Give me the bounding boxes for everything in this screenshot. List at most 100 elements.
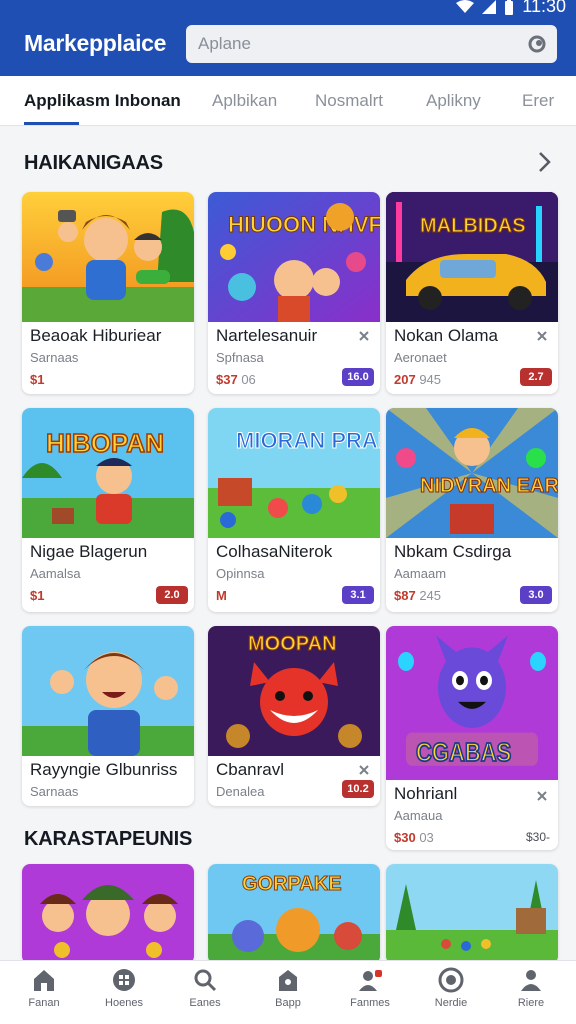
rating-badge: 2.7 [520, 368, 552, 386]
app-card[interactable]: NIDVRAN EARS 3.0 Nbkam Csdirga Aamaam $8… [386, 408, 558, 612]
pin-icon[interactable] [536, 330, 548, 342]
card-title: Beaoak Hiburiear [30, 326, 162, 345]
game-thumbnail: GORPAKE [208, 864, 380, 964]
game-thumbnail: NIDVRAN EARS [386, 408, 558, 538]
app-title: Markepplaice [24, 30, 167, 56]
thumbnail-text: MOOPAN [248, 633, 337, 655]
home-icon [34, 970, 54, 991]
game-thumbnail [22, 192, 194, 322]
active-tab-indicator [24, 122, 79, 125]
app-card[interactable]: HIUOON NHVFBR 16.0 Nartelesanuir Spfnasa… [208, 192, 380, 394]
card-subtitle: Aeronaet [394, 350, 447, 365]
rating-badge: 16.0 [342, 368, 374, 386]
card-title: Cbanravl [216, 760, 285, 779]
tab-aplikny[interactable]: Aplikny [426, 91, 481, 111]
app-card[interactable]: GORPAKE [208, 864, 380, 964]
game-thumbnail [22, 626, 194, 756]
app-card[interactable] [22, 864, 194, 964]
signal-icon [482, 0, 497, 14]
rating-badge: 10.2 [342, 780, 374, 798]
check-circle-icon [438, 967, 464, 993]
nav-item-search[interactable]: Eanes [170, 967, 240, 1009]
rating-badge: 3.1 [342, 586, 374, 604]
card-title: Nohrianl [394, 784, 458, 803]
card-price: 207 945 [394, 372, 442, 387]
thumbnail-text: GORPAKE [242, 873, 342, 895]
bottom-navigation: Fanan Hoenes Eanes Bapp Fanmes Nerdie Ri… [0, 960, 576, 1024]
battery-icon [505, 0, 514, 15]
status-time: 11:30 [522, 0, 566, 16]
game-thumbnail: HIUOON NHVFBR [208, 192, 380, 322]
search-placeholder: Aplane [198, 34, 251, 53]
tab-applikasm-inbonan[interactable]: Applikasm Inbonan [24, 91, 181, 111]
card-subtitle: Spfnasa [216, 350, 264, 365]
card-title: Nokan Olama [394, 326, 498, 345]
nav-item-people[interactable]: Fanmes [335, 967, 405, 1009]
app-card[interactable]: Rayyngie Glbunriss Sarnaas [22, 626, 194, 806]
thumbnail-text: MALBIDAS [420, 215, 526, 237]
card-title: Nigae Blagerun [30, 542, 148, 561]
app-card[interactable]: CGABAS Nohrianl Aamaua $30 03 $30- [386, 626, 558, 850]
game-thumbnail: MOOPAN [208, 626, 380, 756]
app-card[interactable]: MALBIDAS 2.7 Nokan Olama Aeronaet 207 94… [386, 192, 558, 394]
thumbnail-text: CGABAS [416, 738, 511, 767]
card-side-count: $30- [525, 830, 550, 844]
tab-nosmalrt[interactable]: Nosmalrt [315, 91, 383, 111]
card-subtitle: Aamaua [394, 808, 443, 823]
game-thumbnail [22, 864, 194, 964]
search-input[interactable]: Aplane [186, 25, 557, 63]
profile-icon [521, 970, 541, 991]
thumbnail-text: HIBOPAN [46, 428, 164, 458]
section-title: KARASTAPEUNIS [24, 828, 193, 850]
nav-item-grid[interactable]: Hoenes [89, 967, 159, 1009]
search-icon[interactable] [527, 34, 547, 54]
card-subtitle: Sarnaas [30, 784, 79, 799]
app-card[interactable] [386, 864, 558, 964]
card-price: $30 03 [394, 830, 434, 845]
card-title: Nbkam Csdirga [394, 542, 512, 561]
nav-item-profile[interactable]: Riere [496, 967, 566, 1009]
section-title: HAIKANIGAAS [24, 152, 163, 174]
search-icon [194, 969, 217, 992]
category-tabs: Applikasm Inbonan Aplbikan Nosmalrt Apli… [0, 76, 576, 126]
pin-icon[interactable] [358, 330, 370, 342]
card-title: ColhasaNiterok [216, 542, 333, 561]
tab-aplbikan[interactable]: Aplbikan [212, 91, 277, 111]
pin-icon[interactable] [358, 764, 370, 776]
card-price: $1 [30, 588, 45, 603]
rating-badge: 3.0 [520, 586, 552, 604]
status-bar: 11:30 [456, 0, 566, 17]
app-card[interactable]: MIORAN PRABIO 3.1 ColhasaNiterok Opinnsa… [208, 408, 380, 612]
thumbnail-text: NIDVRAN EARS [420, 475, 558, 497]
app-card[interactable]: MOOPAN 10.2 Cbanravl Denalea [208, 626, 380, 806]
rating-badge: 2.0 [156, 586, 188, 604]
card-price: $1 [30, 372, 45, 387]
card-title: Nartelesanuir [216, 326, 318, 345]
nav-item-check[interactable]: Nerdie [416, 967, 486, 1009]
wifi-icon [456, 0, 475, 13]
nav-item-home[interactable]: Fanan [9, 967, 79, 1009]
tab-erer[interactable]: Erer [522, 91, 554, 111]
pin-icon[interactable] [536, 790, 548, 802]
card-subtitle: Opinnsa [216, 566, 265, 581]
thumbnail-text: HIUOON NHVFBR [228, 212, 380, 237]
game-thumbnail: HIBOPAN [22, 408, 194, 538]
game-thumbnail: MALBIDAS [386, 192, 558, 322]
card-title: Rayyngie Glbunriss [30, 760, 178, 779]
app-card[interactable]: Beaoak Hiburiear Sarnaas $1 [22, 192, 194, 394]
nav-item-store[interactable]: Bapp [253, 967, 323, 1009]
card-price: $87 245 [394, 588, 442, 603]
people-icon [359, 970, 382, 991]
card-price: M [216, 588, 227, 603]
card-subtitle: Aamalsa [30, 566, 81, 581]
thumbnail-text: MIORAN PRABIO [236, 428, 380, 453]
card-subtitle: Sarnaas [30, 350, 79, 365]
grid-icon [113, 969, 135, 991]
card-subtitle: Aamaam [394, 566, 447, 581]
game-thumbnail: MIORAN PRABIO [208, 408, 380, 538]
chevron-right-icon[interactable] [535, 150, 555, 174]
game-thumbnail [386, 864, 558, 964]
app-card[interactable]: HIBOPAN 2.0 Nigae Blagerun Aamalsa $1 [22, 408, 194, 612]
card-price: $37 06 [216, 372, 256, 387]
game-thumbnail: CGABAS [386, 626, 558, 780]
